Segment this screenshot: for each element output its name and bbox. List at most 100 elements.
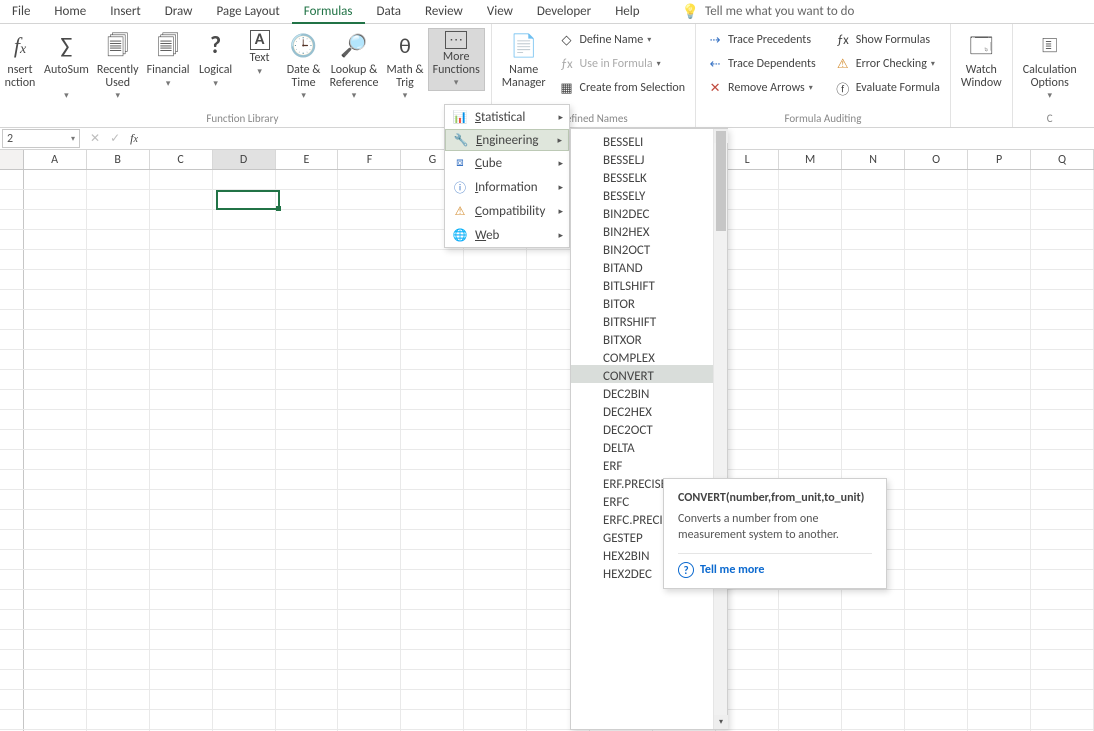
cell[interactable] — [779, 210, 842, 229]
cell[interactable] — [213, 310, 276, 329]
cell[interactable] — [150, 670, 213, 689]
row-header[interactable] — [0, 170, 24, 189]
row-header[interactable] — [0, 270, 24, 289]
cell[interactable] — [779, 610, 842, 629]
cell[interactable] — [24, 510, 87, 529]
cell[interactable] — [150, 570, 213, 589]
cell[interactable] — [968, 350, 1031, 369]
cell[interactable] — [1031, 630, 1094, 649]
row-header[interactable] — [0, 550, 24, 569]
cell[interactable] — [464, 470, 527, 489]
cell[interactable] — [464, 490, 527, 509]
cell[interactable] — [779, 370, 842, 389]
cell[interactable] — [87, 230, 150, 249]
tab-help[interactable]: Help — [603, 0, 651, 24]
math-trig-button[interactable]: θ Math & Trig ▾ — [382, 28, 427, 103]
cell[interactable] — [842, 370, 905, 389]
cell[interactable] — [1031, 370, 1094, 389]
cell[interactable] — [464, 630, 527, 649]
cell[interactable] — [1031, 690, 1094, 709]
cell[interactable] — [338, 170, 401, 189]
cell[interactable] — [842, 710, 905, 729]
col-header[interactable]: A — [24, 150, 87, 169]
cell[interactable] — [905, 230, 968, 249]
cell[interactable] — [276, 470, 339, 489]
cell[interactable] — [213, 650, 276, 669]
cell[interactable] — [1031, 450, 1094, 469]
cell[interactable] — [276, 650, 339, 669]
cell[interactable] — [401, 570, 464, 589]
cell[interactable] — [213, 490, 276, 509]
row-header[interactable] — [0, 650, 24, 669]
cell[interactable] — [779, 630, 842, 649]
cell[interactable] — [150, 430, 213, 449]
cell[interactable] — [150, 310, 213, 329]
menu-item-information[interactable]: ⓘ Information ▸ — [445, 175, 569, 199]
cell[interactable] — [276, 290, 339, 309]
cell[interactable] — [464, 590, 527, 609]
cell[interactable] — [968, 430, 1031, 449]
cell[interactable] — [87, 710, 150, 729]
cell[interactable] — [150, 290, 213, 309]
row-header[interactable] — [0, 250, 24, 269]
cell[interactable] — [24, 250, 87, 269]
col-header[interactable]: P — [968, 150, 1031, 169]
cell[interactable] — [213, 710, 276, 729]
cell[interactable] — [87, 650, 150, 669]
cell[interactable] — [338, 210, 401, 229]
cell[interactable] — [401, 370, 464, 389]
cell[interactable] — [968, 670, 1031, 689]
row-header[interactable] — [0, 710, 24, 729]
cell[interactable] — [87, 450, 150, 469]
cell[interactable] — [1031, 170, 1094, 189]
cell[interactable] — [401, 550, 464, 569]
cell[interactable] — [1031, 330, 1094, 349]
cell[interactable] — [401, 330, 464, 349]
cell[interactable] — [213, 250, 276, 269]
cell[interactable] — [464, 430, 527, 449]
cell[interactable] — [401, 310, 464, 329]
cell[interactable] — [464, 270, 527, 289]
cell[interactable] — [1031, 410, 1094, 429]
cell[interactable] — [338, 190, 401, 209]
cell[interactable] — [401, 590, 464, 609]
cell[interactable] — [779, 230, 842, 249]
menu-item-compatibility[interactable]: ⚠ Compatibility ▸ — [445, 199, 569, 223]
cell[interactable] — [150, 510, 213, 529]
cell[interactable] — [905, 550, 968, 569]
cell[interactable] — [338, 550, 401, 569]
cell[interactable] — [276, 390, 339, 409]
cell[interactable] — [464, 570, 527, 589]
cell[interactable] — [338, 250, 401, 269]
cell[interactable] — [1031, 530, 1094, 549]
row-header[interactable] — [0, 490, 24, 509]
cell[interactable] — [24, 470, 87, 489]
cell[interactable] — [87, 170, 150, 189]
tab-review[interactable]: Review — [413, 0, 475, 24]
cell[interactable] — [842, 690, 905, 709]
scrollbar[interactable]: ▴ ▾ — [713, 129, 727, 729]
lookup-reference-button[interactable]: 🔎 Lookup & Reference ▾ — [326, 28, 383, 103]
chevron-down-icon[interactable]: ▾ — [67, 134, 79, 144]
cell[interactable] — [87, 310, 150, 329]
tell-me-more-link[interactable]: ? Tell me more — [678, 553, 872, 578]
cell[interactable] — [464, 510, 527, 529]
cell[interactable] — [1031, 210, 1094, 229]
cell[interactable] — [24, 530, 87, 549]
cell[interactable] — [779, 430, 842, 449]
menu-item-engineering[interactable]: 🔧 Engineering ▸ — [445, 129, 569, 151]
cell[interactable] — [213, 550, 276, 569]
cell[interactable] — [276, 210, 339, 229]
cell[interactable] — [968, 450, 1031, 469]
cell[interactable] — [464, 530, 527, 549]
cell[interactable] — [87, 270, 150, 289]
cell[interactable] — [150, 610, 213, 629]
cell[interactable] — [87, 410, 150, 429]
cell[interactable] — [968, 310, 1031, 329]
cell[interactable] — [150, 270, 213, 289]
function-item-bitlshift[interactable]: BITLSHIFT — [571, 275, 727, 293]
cell[interactable] — [968, 210, 1031, 229]
cell[interactable] — [905, 650, 968, 669]
recently-used-button[interactable]: 🗐 Recently Used ▾ — [93, 28, 143, 103]
cell[interactable] — [213, 690, 276, 709]
